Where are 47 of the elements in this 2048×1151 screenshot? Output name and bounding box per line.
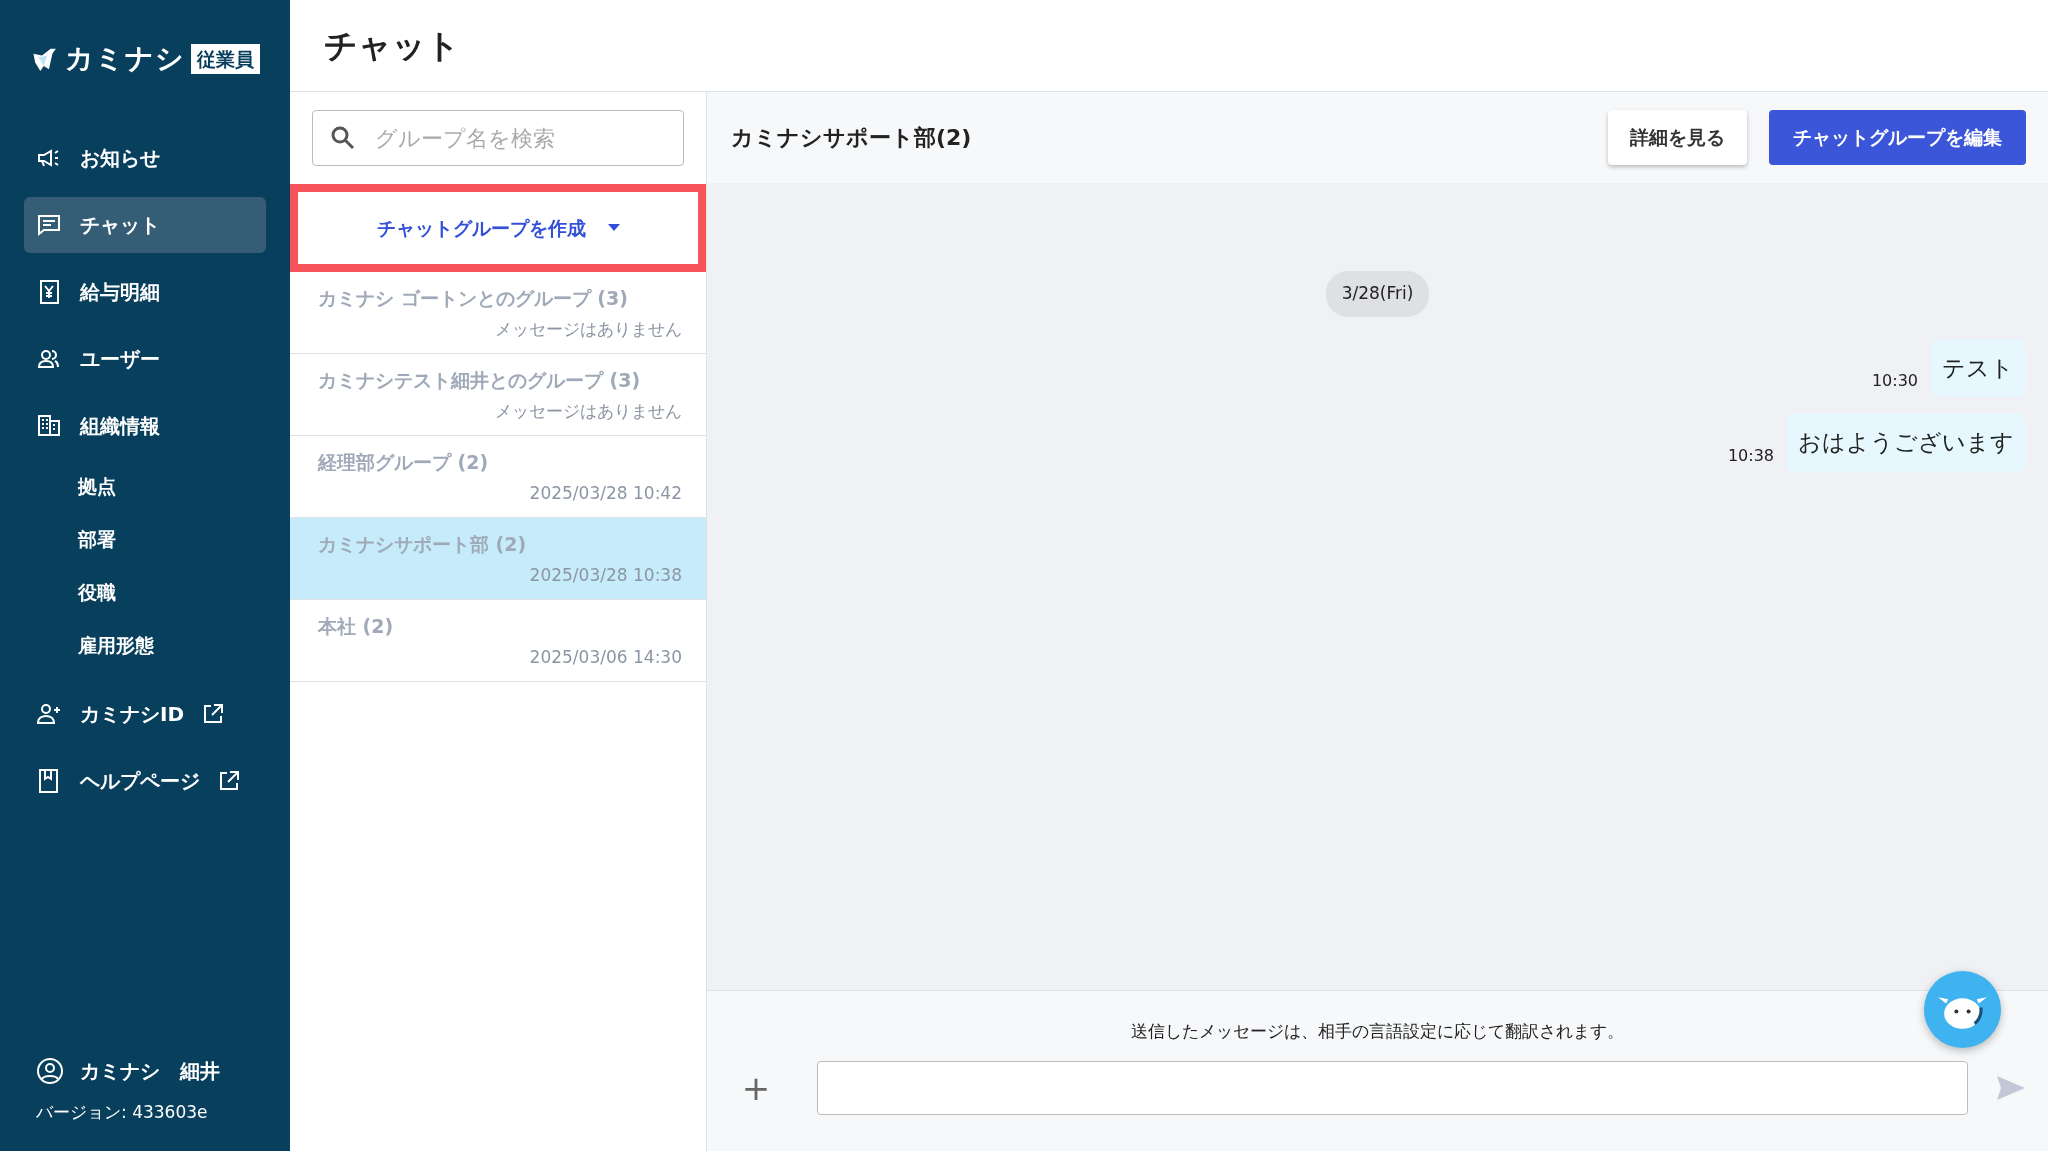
group-last-message: 2025/03/28 10:38 bbox=[528, 563, 682, 587]
group-last-message: 2025/03/28 10:42 bbox=[528, 481, 682, 505]
support-mascot-button[interactable] bbox=[1924, 971, 2001, 1048]
caret-icon bbox=[607, 224, 620, 232]
sidebar-item[interactable]: お知らせ bbox=[24, 130, 266, 186]
search-field[interactable]: グループ名を検索 bbox=[312, 110, 684, 166]
group-name: カミナシ ゴートンとのグループ (3) bbox=[318, 286, 629, 311]
user-add-icon bbox=[36, 701, 62, 727]
user-icon bbox=[36, 1056, 64, 1085]
group-name: カミナシサポート部 (2) bbox=[318, 532, 528, 557]
chat-title: カミナシサポート部(2) bbox=[731, 124, 973, 152]
page-title: チャット bbox=[324, 25, 460, 66]
create-group-button[interactable]: チャットグループを作成 bbox=[290, 184, 706, 272]
search-icon bbox=[330, 125, 356, 151]
message-bubble: おはようございます bbox=[1786, 413, 2026, 472]
group-name: 経理部グループ (2) bbox=[318, 450, 490, 475]
sidebar-item[interactable]: 雇用形態 bbox=[24, 624, 266, 666]
user-name: カミナシ 細井 bbox=[80, 1057, 220, 1085]
logo-text: カミナシ bbox=[65, 41, 185, 77]
send-icon bbox=[1996, 1074, 2026, 1101]
group-last-message: 2025/03/06 14:30 bbox=[528, 645, 682, 669]
sidebar-item[interactable]: 部署 bbox=[24, 518, 266, 560]
sidebar-item[interactable]: 拠点 bbox=[24, 465, 266, 507]
add-button[interactable]: + bbox=[731, 1070, 781, 1105]
sidebar-item[interactable]: ヘルプページ bbox=[24, 753, 266, 809]
building-icon bbox=[36, 413, 62, 439]
date-chip: 3/28(Fri) bbox=[1325, 271, 1430, 317]
translation-notice: 送信したメッセージは、相手の言語設定に応じて翻訳されます。 bbox=[1130, 1020, 1625, 1043]
version-text: バージョン: 433603e bbox=[35, 1100, 209, 1124]
message-time: 10:38 bbox=[1727, 444, 1774, 467]
message-time: 10:30 bbox=[1871, 370, 1918, 392]
group-last-message: メッセージはありません bbox=[494, 317, 682, 341]
sidebar-item[interactable]: カミナシID bbox=[24, 686, 266, 742]
edit-group-button[interactable]: チャットグループを編集 bbox=[1769, 110, 2026, 165]
sidebar-item[interactable]: チャット bbox=[24, 197, 266, 253]
group-name: 本社 (2) bbox=[318, 614, 395, 639]
sidebar-item[interactable]: ユーザー bbox=[24, 331, 266, 387]
sidebar-item[interactable]: 給与明細 bbox=[24, 264, 266, 320]
sidebar-item[interactable]: 役職 bbox=[24, 571, 266, 613]
message-input[interactable] bbox=[817, 1060, 1968, 1115]
sidebar-item[interactable]: 組織情報 bbox=[24, 398, 266, 454]
group-name: カミナシテスト細井とのグループ (3) bbox=[318, 368, 642, 393]
group-last-message: メッセージはありません bbox=[494, 399, 682, 423]
details-button[interactable]: 詳細を見る bbox=[1608, 110, 1747, 165]
message-bubble: テスト bbox=[1930, 338, 2026, 397]
chat-icon bbox=[36, 212, 62, 238]
role-badge: 従業員 bbox=[191, 43, 260, 75]
